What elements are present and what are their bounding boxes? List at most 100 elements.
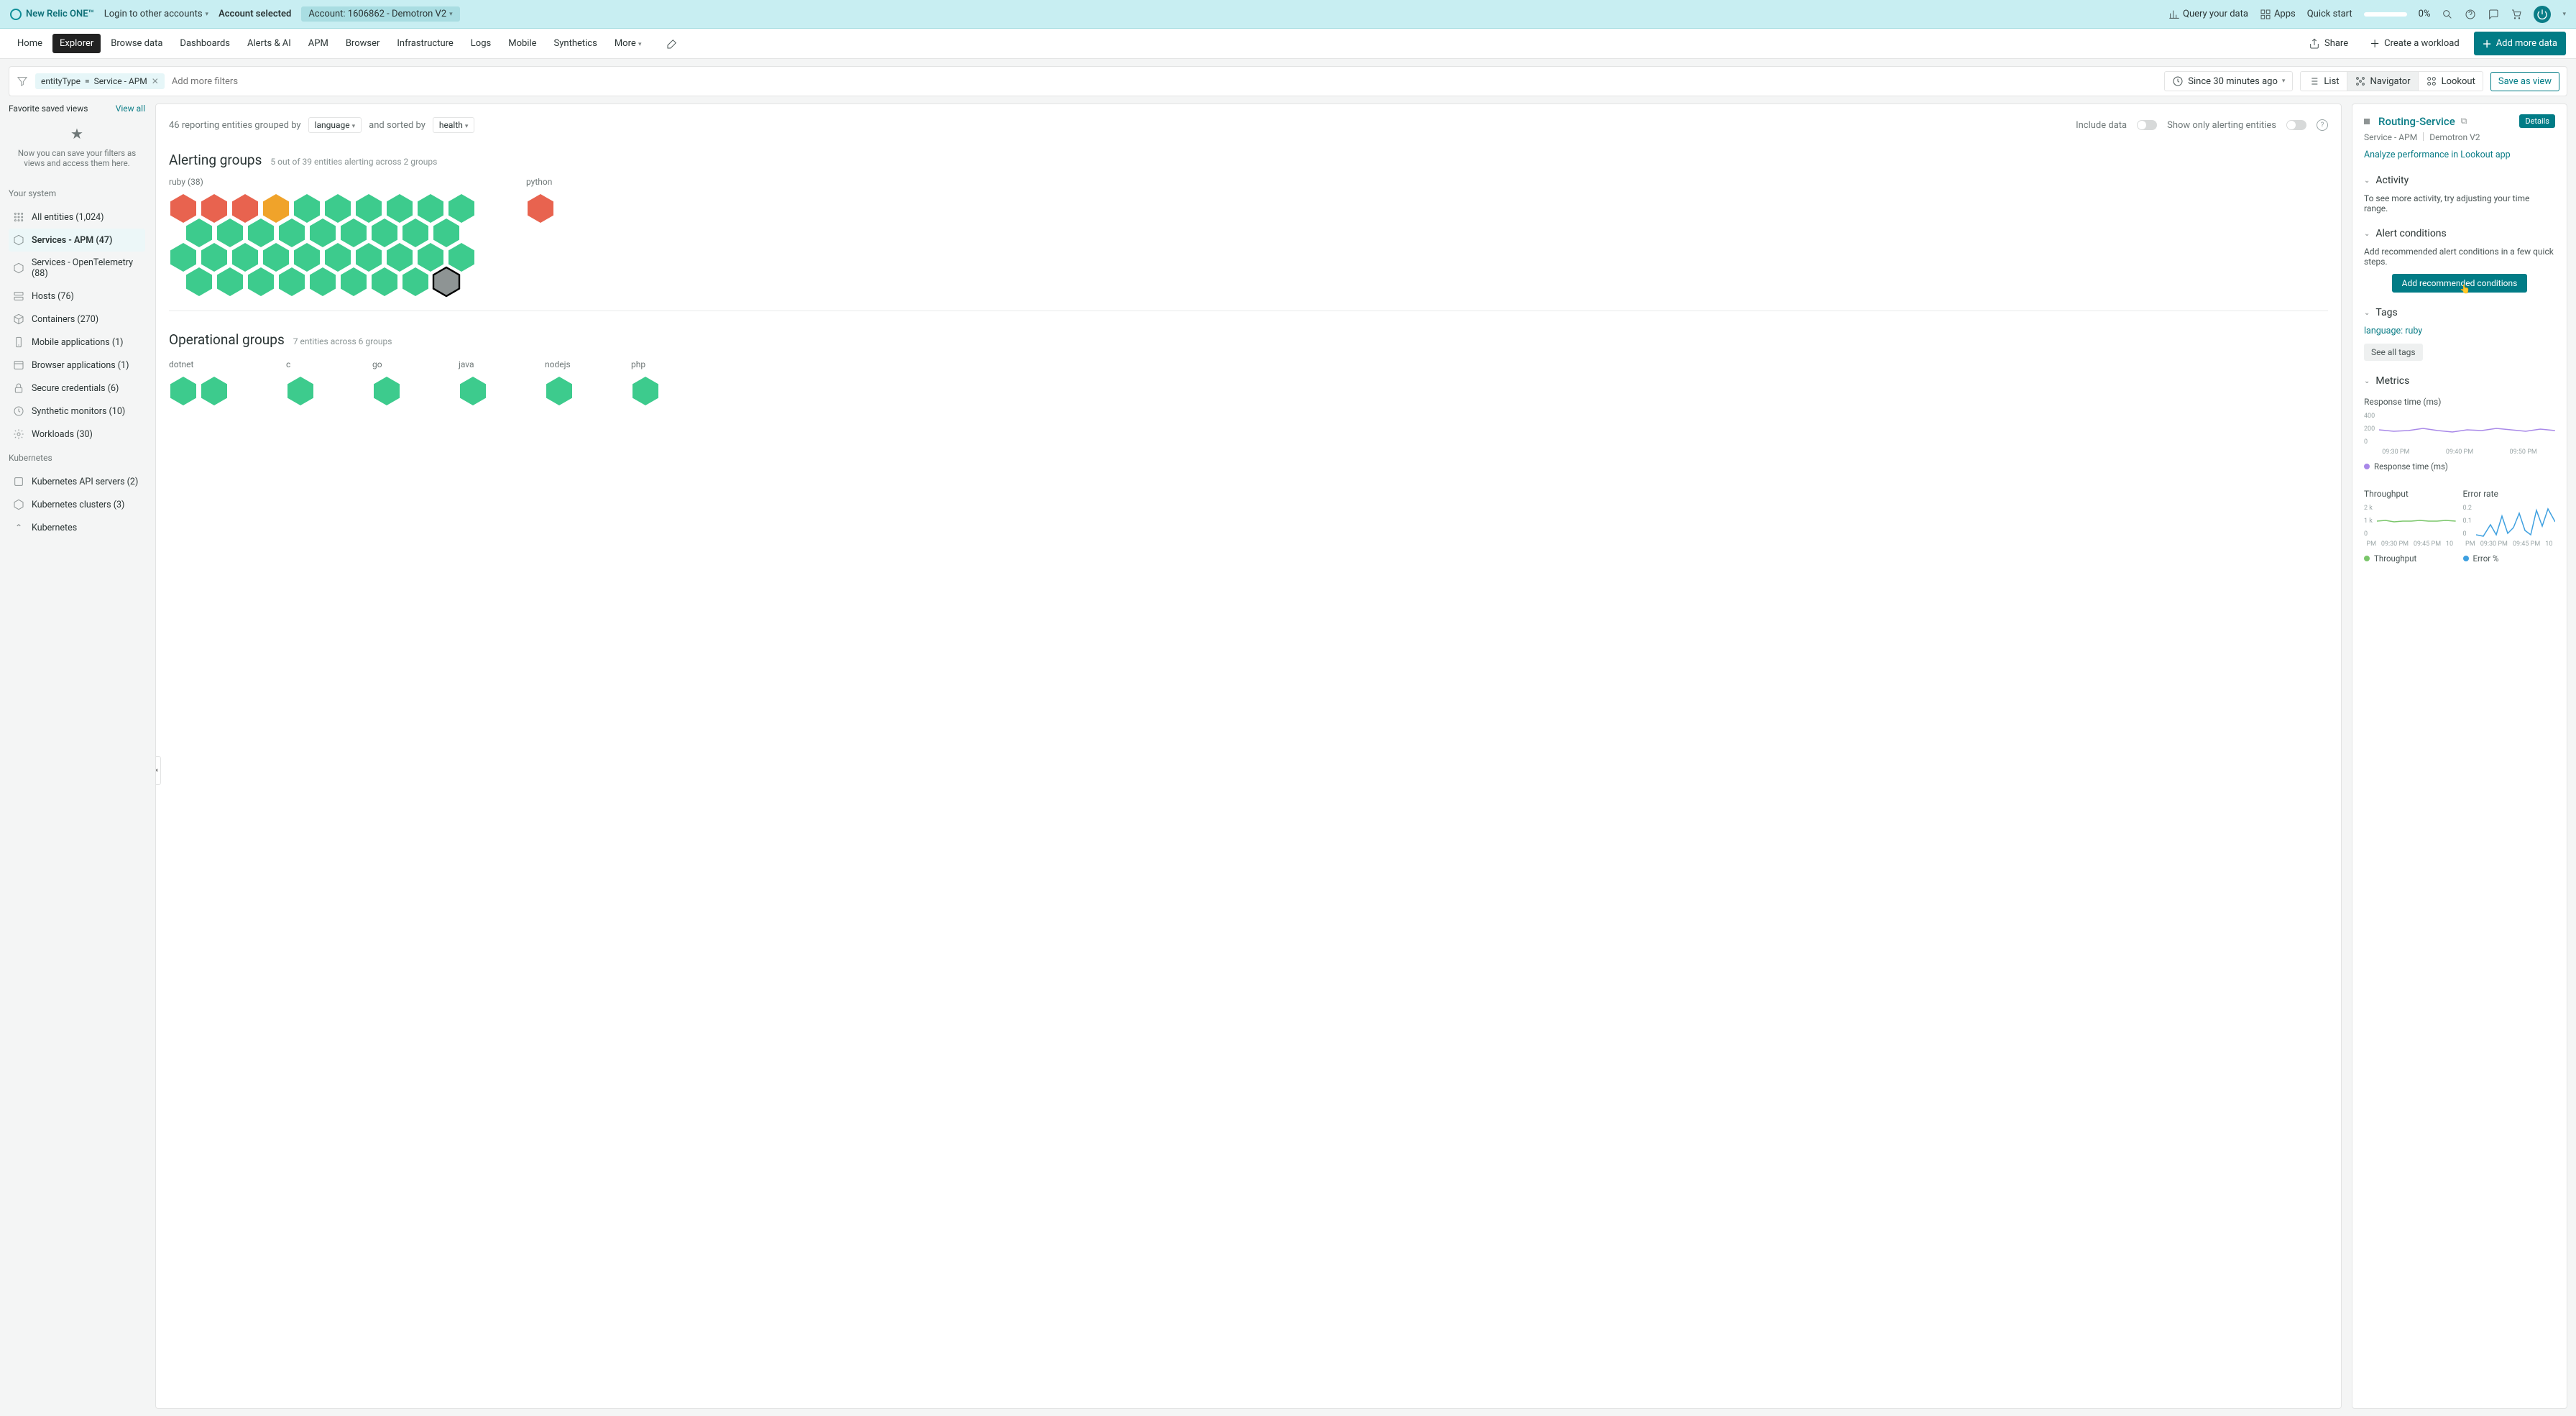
nav-alerts-ai[interactable]: Alerts & AI [240, 34, 298, 53]
entity-hex[interactable] [216, 266, 244, 298]
nav-dashboards[interactable]: Dashboards [172, 34, 237, 53]
filter-input[interactable] [172, 76, 2157, 87]
sidebar: Favorite saved views View all ★ Now you … [9, 104, 145, 1409]
entity-hex[interactable] [247, 266, 275, 298]
brand-logo[interactable]: New Relic ONE™ [10, 9, 94, 20]
tags-section-header[interactable]: ⌄Tags [2364, 307, 2555, 318]
entity-type-label: Service - APM [2364, 132, 2417, 142]
filter-icon[interactable] [17, 75, 28, 87]
analyze-lookout-link[interactable]: Analyze performance in Lookout app [2364, 150, 2555, 160]
power-icon [2536, 9, 2548, 20]
entity-hex[interactable] [459, 375, 487, 407]
list-icon [2308, 75, 2319, 87]
details-button[interactable]: Details [2519, 114, 2555, 128]
entity-hex[interactable] [169, 375, 198, 407]
save-as-view-button[interactable]: Save as view [2490, 72, 2559, 91]
progress-bar [2364, 12, 2407, 17]
tag-language-ruby[interactable]: language: ruby [2364, 326, 2422, 336]
nav-more[interactable]: More ▾ [607, 34, 649, 53]
alert-body-text: Add recommended alert conditions in a fe… [2364, 247, 2555, 267]
group-by-select[interactable]: language ▾ [308, 117, 362, 133]
apps-link[interactable]: Apps [2260, 9, 2296, 20]
time-picker[interactable]: Since 30 minutes ago ▾ [2164, 71, 2293, 91]
entity-title[interactable]: Routing-Service [2378, 115, 2455, 128]
account-selected-label: Account selected [218, 9, 291, 19]
entity-hex[interactable] [401, 266, 430, 298]
activity-section-header[interactable]: ⌄Activity [2364, 175, 2555, 186]
sidebar-item[interactable]: All entities (1,024) [9, 206, 145, 229]
chart-error-rate-title: Error rate [2463, 489, 2556, 499]
sidebar-item[interactable]: Hosts (76) [9, 285, 145, 308]
entity-hex[interactable] [277, 266, 306, 298]
nav-infrastructure[interactable]: Infrastructure [390, 34, 460, 53]
entity-hex[interactable] [370, 266, 399, 298]
collapse-sidebar-button[interactable]: ◂ [155, 756, 161, 785]
seg-list[interactable]: List [2301, 72, 2347, 91]
entity-hex[interactable] [526, 193, 555, 224]
side-section-kubernetes: Kubernetes [9, 453, 145, 463]
entity-hex[interactable] [545, 375, 574, 407]
edit-icon[interactable] [666, 38, 678, 50]
sidebar-item[interactable]: Services - OpenTelemetry (88) [9, 252, 145, 285]
nav-mobile[interactable]: Mobile [501, 34, 543, 53]
entity-hex[interactable] [631, 375, 660, 407]
nav-explorer[interactable]: Explorer [52, 34, 101, 53]
chevron-down-icon[interactable]: ▾ [2562, 11, 2566, 18]
create-workload-button[interactable]: ＋ Create a workload [2363, 32, 2467, 55]
entity-hex[interactable] [185, 266, 213, 298]
close-icon[interactable]: ✕ [152, 76, 159, 86]
feedback-icon[interactable] [2488, 9, 2499, 20]
help-icon[interactable]: ? [2317, 119, 2328, 131]
see-all-tags-button[interactable]: See all tags [2364, 344, 2423, 361]
share-button[interactable]: Share [2301, 34, 2355, 54]
filter-chip-entitytype[interactable]: entityType = Service - APM ✕ [35, 73, 165, 89]
seg-navigator[interactable]: Navigator [2347, 72, 2419, 91]
user-avatar[interactable] [2534, 6, 2551, 23]
help-icon[interactable] [2465, 9, 2476, 20]
account-picker[interactable]: Account: 1606862 - Demotron V2▾ [301, 6, 459, 22]
sidebar-item-label: Secure credentials (6) [32, 383, 119, 394]
seg-lookout[interactable]: Lookout [2419, 72, 2483, 91]
nav-synthetics[interactable]: Synthetics [547, 34, 604, 53]
entity-hex[interactable] [308, 266, 337, 298]
chart-icon [2168, 9, 2180, 20]
copy-icon[interactable]: ⧉ [2461, 116, 2467, 127]
nav-apm[interactable]: APM [301, 34, 336, 53]
chevron-down-icon: ▾ [206, 11, 209, 18]
show-alerting-toggle[interactable] [2286, 120, 2306, 130]
sidebar-item[interactable]: Workloads (30) [9, 423, 145, 446]
nav-home[interactable]: Home [10, 34, 50, 53]
metrics-section-header[interactable]: ⌄Metrics [2364, 375, 2555, 387]
sidebar-item[interactable]: Secure credentials (6) [9, 377, 145, 400]
sorted-by-text: and sorted by [369, 120, 426, 131]
nav-browse-data[interactable]: Browse data [104, 34, 170, 53]
chart-throughput [2377, 505, 2456, 538]
entity-hex[interactable] [200, 375, 229, 407]
add-more-data-button[interactable]: ＋ Add more data [2474, 32, 2566, 55]
view-all-link[interactable]: View all [116, 104, 145, 114]
sidebar-item[interactable]: ⌃Kubernetes [9, 516, 145, 539]
sort-by-select[interactable]: health ▾ [433, 117, 474, 133]
cart-icon[interactable] [2511, 9, 2522, 20]
alert-conditions-section-header[interactable]: ⌄Alert conditions [2364, 228, 2555, 239]
sidebar-item[interactable]: Kubernetes clusters (3) [9, 493, 145, 516]
sidebar-item[interactable]: Services - APM (47) [9, 229, 145, 252]
login-other-accounts[interactable]: Login to other accounts▾ [104, 9, 208, 19]
sidebar-item[interactable]: Mobile applications (1) [9, 331, 145, 354]
sidebar-item[interactable]: Synthetic monitors (10) [9, 400, 145, 423]
search-icon[interactable] [2442, 9, 2453, 20]
entity-hex[interactable] [339, 266, 368, 298]
filter-bar: entityType = Service - APM ✕ Since 30 mi… [9, 66, 2567, 96]
entity-hex[interactable] [286, 375, 315, 407]
query-data-link[interactable]: Query your data [2168, 9, 2248, 20]
nav-browser[interactable]: Browser [339, 34, 387, 53]
sidebar-item[interactable]: Containers (270) [9, 308, 145, 331]
nav-logs[interactable]: Logs [464, 34, 498, 53]
entity-hex[interactable] [372, 375, 401, 407]
quick-start-link[interactable]: Quick start [2307, 9, 2352, 19]
entity-hex[interactable] [432, 266, 461, 298]
include-data-toggle[interactable] [2137, 120, 2157, 130]
sidebar-item[interactable]: Kubernetes API servers (2) [9, 470, 145, 493]
sidebar-item[interactable]: Browser applications (1) [9, 354, 145, 377]
sidebar-item-label: Browser applications (1) [32, 360, 129, 371]
